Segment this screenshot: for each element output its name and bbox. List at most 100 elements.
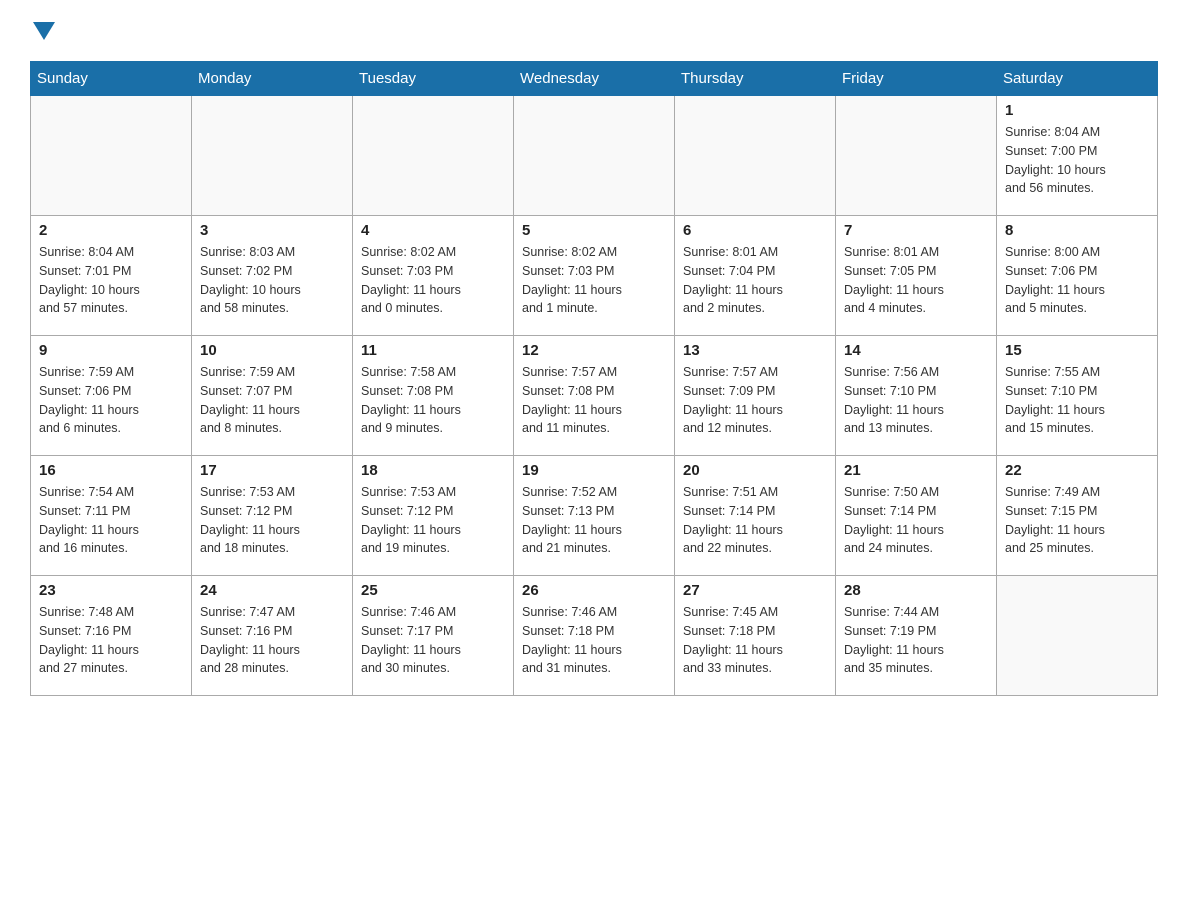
calendar-cell: 17 Sunrise: 7:53 AMSunset: 7:12 PMDayligh… [192, 456, 353, 576]
day-info: Sunrise: 7:46 AMSunset: 7:17 PMDaylight:… [361, 603, 505, 678]
calendar-cell: 16 Sunrise: 7:54 AMSunset: 7:11 PMDayligh… [31, 456, 192, 576]
day-number: 22 [1005, 462, 1149, 479]
day-number: 12 [522, 342, 666, 359]
calendar-cell [514, 96, 675, 216]
calendar-cell: 1 Sunrise: 8:04 AMSunset: 7:00 PMDaylight… [997, 96, 1158, 216]
calendar-cell: 27 Sunrise: 7:45 AMSunset: 7:18 PMDayligh… [675, 576, 836, 696]
calendar-week-row-5: 23 Sunrise: 7:48 AMSunset: 7:16 PMDayligh… [31, 576, 1158, 696]
day-number: 27 [683, 582, 827, 599]
day-number: 7 [844, 222, 988, 239]
day-info: Sunrise: 7:50 AMSunset: 7:14 PMDaylight:… [844, 483, 988, 558]
day-info: Sunrise: 7:52 AMSunset: 7:13 PMDaylight:… [522, 483, 666, 558]
calendar-cell: 18 Sunrise: 7:53 AMSunset: 7:12 PMDayligh… [353, 456, 514, 576]
day-number: 6 [683, 222, 827, 239]
day-info: Sunrise: 8:00 AMSunset: 7:06 PMDaylight:… [1005, 243, 1149, 318]
calendar-cell: 21 Sunrise: 7:50 AMSunset: 7:14 PMDayligh… [836, 456, 997, 576]
calendar-cell: 9Sunrise: 7:59 AMSunset: 7:06 PMDaylight… [31, 336, 192, 456]
day-number: 11 [361, 342, 505, 359]
calendar-cell: 25 Sunrise: 7:46 AMSunset: 7:17 PMDayligh… [353, 576, 514, 696]
day-info: Sunrise: 7:56 AMSunset: 7:10 PMDaylight:… [844, 363, 988, 438]
day-info: Sunrise: 7:55 AMSunset: 7:10 PMDaylight:… [1005, 363, 1149, 438]
calendar-cell: 3 Sunrise: 8:03 AMSunset: 7:02 PMDaylight… [192, 216, 353, 336]
calendar-week-row-3: 9Sunrise: 7:59 AMSunset: 7:06 PMDaylight… [31, 336, 1158, 456]
weekday-header-wednesday: Wednesday [514, 62, 675, 96]
day-info: Sunrise: 8:04 AMSunset: 7:01 PMDaylight:… [39, 243, 183, 318]
logo [30, 20, 55, 45]
day-info: Sunrise: 7:58 AMSunset: 7:08 PMDaylight:… [361, 363, 505, 438]
calendar-cell: 10 Sunrise: 7:59 AMSunset: 7:07 PMDayligh… [192, 336, 353, 456]
day-number: 25 [361, 582, 505, 599]
calendar-cell [836, 96, 997, 216]
calendar-table: SundayMondayTuesdayWednesdayThursdayFrid… [30, 61, 1158, 696]
day-info: Sunrise: 8:04 AMSunset: 7:00 PMDaylight:… [1005, 123, 1149, 198]
day-number: 15 [1005, 342, 1149, 359]
day-number: 16 [39, 462, 183, 479]
day-info: Sunrise: 8:01 AMSunset: 7:04 PMDaylight:… [683, 243, 827, 318]
day-number: 13 [683, 342, 827, 359]
day-info: Sunrise: 8:03 AMSunset: 7:02 PMDaylight:… [200, 243, 344, 318]
day-info: Sunrise: 7:44 AMSunset: 7:19 PMDaylight:… [844, 603, 988, 678]
day-info: Sunrise: 7:49 AMSunset: 7:15 PMDaylight:… [1005, 483, 1149, 558]
calendar-cell [675, 96, 836, 216]
day-info: Sunrise: 7:46 AMSunset: 7:18 PMDaylight:… [522, 603, 666, 678]
calendar-cell: 6 Sunrise: 8:01 AMSunset: 7:04 PMDaylight… [675, 216, 836, 336]
calendar-cell: 13 Sunrise: 7:57 AMSunset: 7:09 PMDayligh… [675, 336, 836, 456]
day-number: 19 [522, 462, 666, 479]
logo-arrow-icon [33, 22, 55, 40]
weekday-header-sunday: Sunday [31, 62, 192, 96]
day-number: 23 [39, 582, 183, 599]
day-number: 20 [683, 462, 827, 479]
day-info: Sunrise: 7:57 AMSunset: 7:09 PMDaylight:… [683, 363, 827, 438]
day-number: 26 [522, 582, 666, 599]
calendar-cell: 8 Sunrise: 8:00 AMSunset: 7:06 PMDaylight… [997, 216, 1158, 336]
day-info: Sunrise: 7:59 AMSunset: 7:06 PMDaylight:… [39, 363, 183, 438]
day-info: Sunrise: 8:02 AMSunset: 7:03 PMDaylight:… [361, 243, 505, 318]
day-number: 4 [361, 222, 505, 239]
weekday-header-row: SundayMondayTuesdayWednesdayThursdayFrid… [31, 62, 1158, 96]
day-number: 28 [844, 582, 988, 599]
day-info: Sunrise: 7:51 AMSunset: 7:14 PMDaylight:… [683, 483, 827, 558]
day-info: Sunrise: 7:45 AMSunset: 7:18 PMDaylight:… [683, 603, 827, 678]
day-number: 18 [361, 462, 505, 479]
calendar-cell: 15 Sunrise: 7:55 AMSunset: 7:10 PMDayligh… [997, 336, 1158, 456]
day-info: Sunrise: 7:54 AMSunset: 7:11 PMDaylight:… [39, 483, 183, 558]
day-number: 21 [844, 462, 988, 479]
day-info: Sunrise: 8:01 AMSunset: 7:05 PMDaylight:… [844, 243, 988, 318]
calendar-cell: 24 Sunrise: 7:47 AMSunset: 7:16 PMDayligh… [192, 576, 353, 696]
day-number: 24 [200, 582, 344, 599]
calendar-cell: 22 Sunrise: 7:49 AMSunset: 7:15 PMDayligh… [997, 456, 1158, 576]
calendar-week-row-1: 1 Sunrise: 8:04 AMSunset: 7:00 PMDaylight… [31, 96, 1158, 216]
day-number: 3 [200, 222, 344, 239]
calendar-cell: 28 Sunrise: 7:44 AMSunset: 7:19 PMDayligh… [836, 576, 997, 696]
day-info: Sunrise: 8:02 AMSunset: 7:03 PMDaylight:… [522, 243, 666, 318]
calendar-week-row-2: 2Sunrise: 8:04 AMSunset: 7:01 PMDaylight… [31, 216, 1158, 336]
day-info: Sunrise: 7:48 AMSunset: 7:16 PMDaylight:… [39, 603, 183, 678]
day-info: Sunrise: 7:57 AMSunset: 7:08 PMDaylight:… [522, 363, 666, 438]
weekday-header-friday: Friday [836, 62, 997, 96]
day-info: Sunrise: 7:47 AMSunset: 7:16 PMDaylight:… [200, 603, 344, 678]
calendar-cell: 20 Sunrise: 7:51 AMSunset: 7:14 PMDayligh… [675, 456, 836, 576]
weekday-header-thursday: Thursday [675, 62, 836, 96]
day-number: 10 [200, 342, 344, 359]
calendar-cell: 26 Sunrise: 7:46 AMSunset: 7:18 PMDayligh… [514, 576, 675, 696]
calendar-cell: 23 Sunrise: 7:48 AMSunset: 7:16 PMDayligh… [31, 576, 192, 696]
day-info: Sunrise: 7:53 AMSunset: 7:12 PMDaylight:… [200, 483, 344, 558]
day-number: 17 [200, 462, 344, 479]
calendar-cell: 14 Sunrise: 7:56 AMSunset: 7:10 PMDayligh… [836, 336, 997, 456]
calendar-cell: 12 Sunrise: 7:57 AMSunset: 7:08 PMDayligh… [514, 336, 675, 456]
calendar-week-row-4: 16 Sunrise: 7:54 AMSunset: 7:11 PMDayligh… [31, 456, 1158, 576]
calendar-cell: 5 Sunrise: 8:02 AMSunset: 7:03 PMDaylight… [514, 216, 675, 336]
weekday-header-saturday: Saturday [997, 62, 1158, 96]
calendar-cell [997, 576, 1158, 696]
calendar-cell [353, 96, 514, 216]
day-number: 1 [1005, 102, 1149, 119]
day-info: Sunrise: 7:53 AMSunset: 7:12 PMDaylight:… [361, 483, 505, 558]
day-info: Sunrise: 7:59 AMSunset: 7:07 PMDaylight:… [200, 363, 344, 438]
weekday-header-tuesday: Tuesday [353, 62, 514, 96]
calendar-cell: 19 Sunrise: 7:52 AMSunset: 7:13 PMDayligh… [514, 456, 675, 576]
page-header [30, 20, 1158, 45]
calendar-cell: 11 Sunrise: 7:58 AMSunset: 7:08 PMDayligh… [353, 336, 514, 456]
day-number: 5 [522, 222, 666, 239]
day-number: 14 [844, 342, 988, 359]
day-number: 8 [1005, 222, 1149, 239]
